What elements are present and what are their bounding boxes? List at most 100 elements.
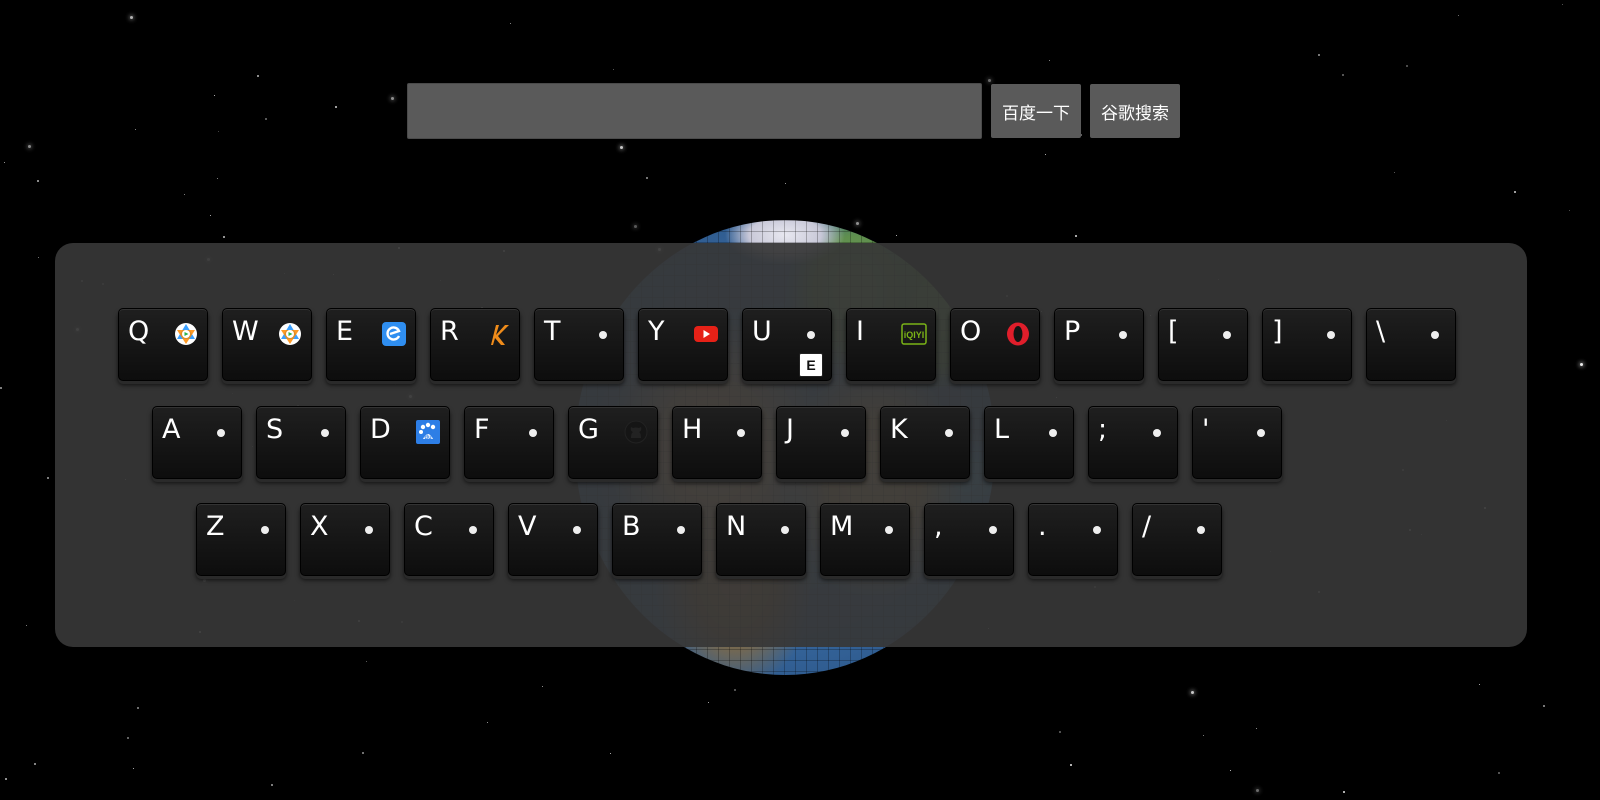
keyboard-row-2: A S Ddu F G H J K L; ' — [152, 406, 1282, 479]
key-bracket-left[interactable]: [ — [1158, 308, 1248, 381]
key-label: V — [518, 511, 537, 542]
tencent-video-icon — [277, 321, 303, 347]
key-r[interactable]: R — [430, 308, 520, 381]
key-slash[interactable]: / — [1132, 503, 1222, 576]
key-dot-icon — [529, 429, 537, 437]
key-dot-icon — [321, 429, 329, 437]
tencent-video-icon — [173, 321, 199, 347]
key-quote[interactable]: ' — [1192, 406, 1282, 479]
key-g[interactable]: G — [568, 406, 658, 479]
key-label: Y — [648, 316, 665, 347]
keyboard-panel: Q W E R T Y U E IiQIYI O P[] \ A S Ddu F G H J K L; ' ZXCVBN… — [55, 243, 1527, 647]
key-label: , — [934, 511, 943, 542]
key-u[interactable]: UE — [742, 308, 832, 381]
key-label: P — [1064, 316, 1081, 347]
key-label: T — [544, 316, 561, 347]
key-label: U — [752, 316, 772, 347]
key-label: L — [994, 414, 1010, 445]
svg-text:iQIYI: iQIYI — [904, 330, 925, 340]
keyboard-row-3: Z X C V B N M,. / — [196, 503, 1222, 576]
key-label: / — [1142, 511, 1152, 542]
key-comma[interactable]: , — [924, 503, 1014, 576]
search-input[interactable] — [407, 83, 982, 139]
key-m[interactable]: M — [820, 503, 910, 576]
key-label: D — [370, 414, 391, 445]
key-dot-icon — [1049, 429, 1057, 437]
baidu-search-button[interactable]: 百度一下 — [991, 84, 1081, 138]
key-dot-icon — [469, 526, 477, 534]
key-label: . — [1038, 511, 1047, 542]
key-s[interactable]: S — [256, 406, 346, 479]
key-label: R — [440, 316, 459, 347]
key-dot-icon — [841, 429, 849, 437]
key-label: K — [890, 414, 908, 445]
key-q[interactable]: Q — [118, 308, 208, 381]
blue-e-icon — [381, 321, 407, 347]
key-dot-icon — [677, 526, 685, 534]
key-dot-icon — [945, 429, 953, 437]
github-icon — [623, 419, 649, 445]
key-label: C — [414, 511, 433, 542]
key-label: ; — [1098, 414, 1108, 445]
key-z[interactable]: Z — [196, 503, 286, 576]
key-period[interactable]: . — [1028, 503, 1118, 576]
key-p[interactable]: P — [1054, 308, 1144, 381]
key-y[interactable]: Y — [638, 308, 728, 381]
key-c[interactable]: C — [404, 503, 494, 576]
key-t[interactable]: T — [534, 308, 624, 381]
keyboard-row-1: Q W E R T Y U E IiQIYI O P[] \ — [118, 308, 1456, 381]
key-semicolon[interactable]: ; — [1088, 406, 1178, 479]
key-label: \ — [1376, 316, 1386, 347]
key-label: I — [856, 316, 864, 347]
opera-icon — [1005, 321, 1031, 347]
key-f[interactable]: F — [464, 406, 554, 479]
youtube-icon — [693, 321, 719, 347]
key-v[interactable]: V — [508, 503, 598, 576]
key-k[interactable]: K — [880, 406, 970, 479]
key-label: ' — [1202, 414, 1210, 445]
key-dot-icon — [599, 331, 607, 339]
key-h[interactable]: H — [672, 406, 762, 479]
key-label: X — [310, 511, 329, 542]
key-label: M — [830, 511, 854, 542]
key-backslash[interactable]: \ — [1366, 308, 1456, 381]
key-dot-icon — [1153, 429, 1161, 437]
key-dot-icon — [217, 429, 225, 437]
key-w[interactable]: W — [222, 308, 312, 381]
key-label: W — [232, 316, 259, 347]
key-n[interactable]: N — [716, 503, 806, 576]
key-dot-icon — [737, 429, 745, 437]
orange-k-icon — [485, 321, 511, 347]
key-b[interactable]: B — [612, 503, 702, 576]
key-dot-icon — [1119, 331, 1127, 339]
key-label: H — [682, 414, 703, 445]
key-label: J — [786, 414, 794, 445]
key-x[interactable]: X — [300, 503, 390, 576]
key-label: S — [266, 414, 284, 445]
key-o[interactable]: O — [950, 308, 1040, 381]
edit-badge-icon[interactable]: E — [799, 353, 823, 377]
key-dot-icon — [261, 526, 269, 534]
key-label: A — [162, 414, 181, 445]
key-bracket-right[interactable]: ] — [1262, 308, 1352, 381]
key-a[interactable]: A — [152, 406, 242, 479]
key-label: E — [336, 316, 354, 347]
key-d[interactable]: Ddu — [360, 406, 450, 479]
svg-text:du: du — [424, 435, 432, 441]
key-j[interactable]: J — [776, 406, 866, 479]
baidu-icon: du — [415, 419, 441, 445]
key-e[interactable]: E — [326, 308, 416, 381]
key-l[interactable]: L — [984, 406, 1074, 479]
key-label: F — [474, 414, 490, 445]
key-label: O — [960, 316, 982, 347]
key-dot-icon — [1223, 331, 1231, 339]
google-search-button[interactable]: 谷歌搜索 — [1090, 84, 1180, 138]
key-label: ] — [1272, 316, 1283, 347]
key-dot-icon — [1327, 331, 1335, 339]
key-dot-icon — [1431, 331, 1439, 339]
key-label: G — [578, 414, 599, 445]
key-dot-icon — [781, 526, 789, 534]
key-i[interactable]: IiQIYI — [846, 308, 936, 381]
iqiyi-icon: iQIYI — [901, 321, 927, 347]
key-dot-icon — [1093, 526, 1101, 534]
